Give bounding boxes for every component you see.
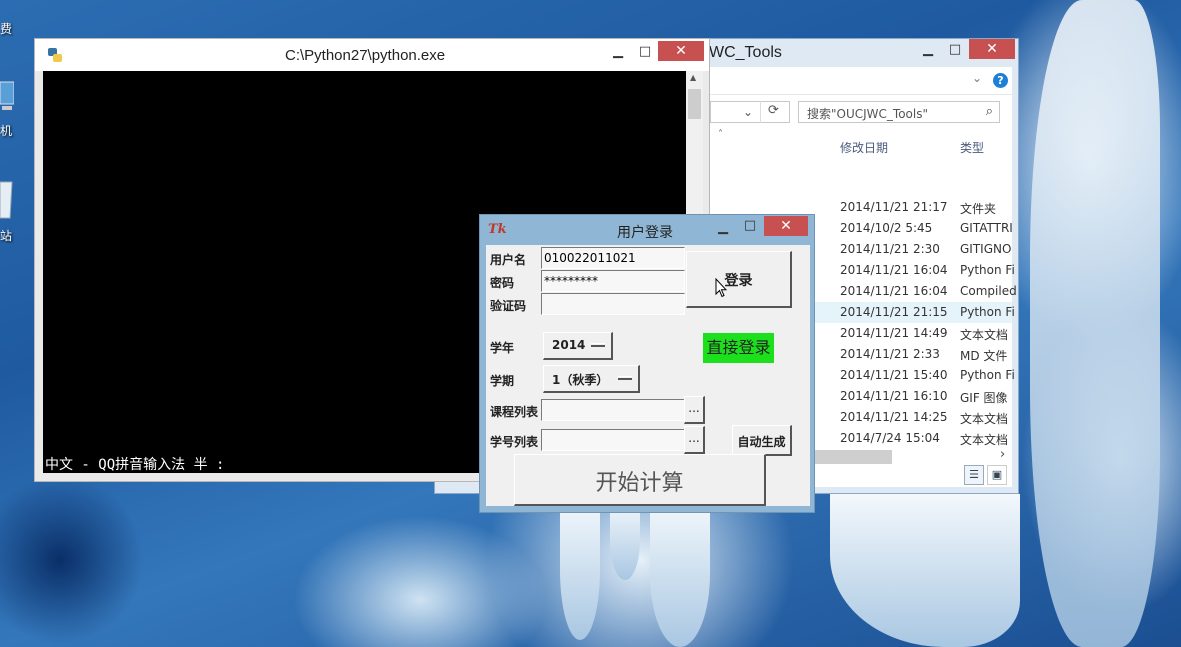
file-date: 2014/11/21 16:04: [840, 284, 948, 298]
username-input[interactable]: 010022011021: [541, 247, 685, 269]
explorer-maximize-button[interactable]: □: [942, 41, 968, 61]
direct-login-button[interactable]: 直接登录: [703, 333, 774, 363]
login-titlebar[interactable]: Tk 用户登录 ▁ □ ✕: [480, 215, 814, 245]
student-list-label: 学号列表: [490, 435, 539, 449]
scroll-up-arrow-icon[interactable]: ▲: [690, 73, 696, 82]
file-type: 文本文档: [960, 328, 1009, 342]
address-dropdown-icon[interactable]: ⌄: [743, 105, 753, 119]
column-header-type[interactable]: 类型: [960, 139, 984, 156]
console-titlebar[interactable]: C:\Python27\python.exe ▁ □ ✕: [35, 39, 709, 71]
large-icons-view-icon[interactable]: ▣: [987, 465, 1007, 485]
file-type: Compiled: [960, 284, 1017, 298]
search-icon[interactable]: ⌕: [986, 104, 993, 119]
wallpaper-ice: [1030, 0, 1160, 647]
auto-generate-button[interactable]: 自动生成: [732, 425, 792, 456]
term-select-value: 1（秋季）: [552, 373, 609, 387]
mouse-pointer-icon: [715, 278, 727, 298]
course-list-label: 课程列表: [490, 405, 539, 419]
file-type: GITIGNO: [960, 242, 1012, 256]
captcha-label: 验证码: [490, 299, 527, 313]
search-placeholder: 搜索"OUCJWC_Tools": [807, 107, 928, 121]
console-maximize-button[interactable]: □: [632, 43, 658, 63]
login-button[interactable]: 登录: [686, 251, 792, 308]
login-dialog: Tk 用户登录 ▁ □ ✕ 用户名 010022011021 密码 ******…: [479, 214, 815, 513]
file-type: Python Fi: [960, 263, 1015, 277]
console-scroll-thumb[interactable]: [688, 89, 701, 119]
refresh-icon[interactable]: ⟳: [760, 101, 786, 123]
computer-icon[interactable]: [0, 78, 14, 118]
year-select-value: 2014: [552, 338, 586, 352]
explorer-ribbon: ⌄ ?: [710, 67, 1012, 95]
file-type: 文本文档: [960, 412, 1009, 426]
captcha-input[interactable]: [541, 293, 685, 315]
file-type: Python Fi: [960, 368, 1015, 382]
file-date: 2014/11/21 14:25: [840, 410, 948, 424]
year-select-indicator-icon: [591, 343, 605, 347]
file-type: Python Fi: [960, 305, 1015, 319]
python-icon: [48, 48, 62, 62]
file-date: 2014/11/21 21:15: [840, 305, 948, 319]
file-type: MD 文件: [960, 349, 1008, 363]
wallpaper-ice: [650, 500, 710, 647]
student-list-input[interactable]: [541, 429, 685, 451]
file-type: 文件夹: [960, 202, 997, 216]
file-date: 2014/11/21 2:30: [840, 242, 940, 256]
username-label: 用户名: [490, 253, 527, 267]
login-maximize-button[interactable]: □: [737, 217, 763, 237]
sort-arrow-icon: ˄: [718, 129, 723, 140]
ime-status-text: 中文 - QQ拼音输入法 半 :: [45, 457, 225, 473]
column-header-date[interactable]: 修改日期: [840, 139, 888, 156]
help-icon[interactable]: ?: [993, 73, 1008, 88]
year-label: 学年: [490, 341, 515, 355]
explorer-minimize-button[interactable]: ▁: [915, 41, 941, 61]
desktop-label-computer[interactable]: 机: [0, 122, 12, 139]
file-date: 2014/7/24 15:04: [840, 431, 940, 445]
login-title: 用户登录: [617, 225, 673, 241]
wallpaper-ice: [560, 500, 600, 640]
search-input[interactable]: 搜索"OUCJWC_Tools" ⌕: [798, 101, 1000, 123]
details-view-icon[interactable]: ☰: [964, 465, 984, 485]
desktop-label-recycle-bin[interactable]: 站: [0, 227, 12, 244]
tk-logo-icon: Tk: [488, 222, 507, 237]
explorer-close-button[interactable]: ✕: [969, 39, 1015, 59]
course-list-input[interactable]: [541, 399, 685, 421]
file-date: 2014/11/21 15:40: [840, 368, 948, 382]
password-input[interactable]: *********: [541, 270, 685, 292]
file-date: 2014/11/21 2:33: [840, 347, 940, 361]
student-list-browse-button[interactable]: ...: [684, 426, 705, 454]
recycle-bin-icon[interactable]: [0, 178, 14, 222]
login-close-button[interactable]: ✕: [764, 216, 808, 236]
file-date: 2014/11/21 16:04: [840, 263, 948, 277]
login-minimize-button[interactable]: ▁: [710, 219, 736, 239]
start-calculation-button[interactable]: 开始计算: [514, 454, 766, 506]
wallpaper-ice: [830, 494, 1020, 647]
console-close-button[interactable]: ✕: [658, 41, 704, 61]
term-label: 学期: [490, 374, 515, 388]
term-select-indicator-icon: [618, 376, 632, 380]
console-title: C:\Python27\python.exe: [285, 47, 446, 64]
file-date: 2014/11/21 14:49: [840, 326, 948, 340]
year-select[interactable]: 2014: [543, 332, 613, 360]
login-form: 用户名 010022011021 密码 ********* 验证码 登录 学年 …: [486, 245, 810, 506]
scroll-right-arrow-icon[interactable]: ›: [1000, 447, 1005, 462]
file-type: 文本文档: [960, 433, 1009, 447]
term-select[interactable]: 1（秋季）: [543, 365, 640, 393]
ribbon-expand-chevron-icon[interactable]: ⌄: [972, 71, 982, 85]
password-label: 密码: [490, 276, 515, 290]
file-date: 2014/10/2 5:45: [840, 221, 933, 235]
explorer-title: WC_Tools: [709, 44, 782, 61]
file-date: 2014/11/21 21:17: [840, 200, 948, 214]
console-minimize-button[interactable]: ▁: [605, 43, 631, 63]
file-type: GIF 图像: [960, 391, 1008, 405]
desktop-label-partial: 费: [0, 22, 13, 36]
file-type: GITATTRI: [960, 221, 1013, 235]
file-date: 2014/11/21 16:10: [840, 389, 948, 403]
course-list-browse-button[interactable]: ...: [684, 396, 705, 424]
